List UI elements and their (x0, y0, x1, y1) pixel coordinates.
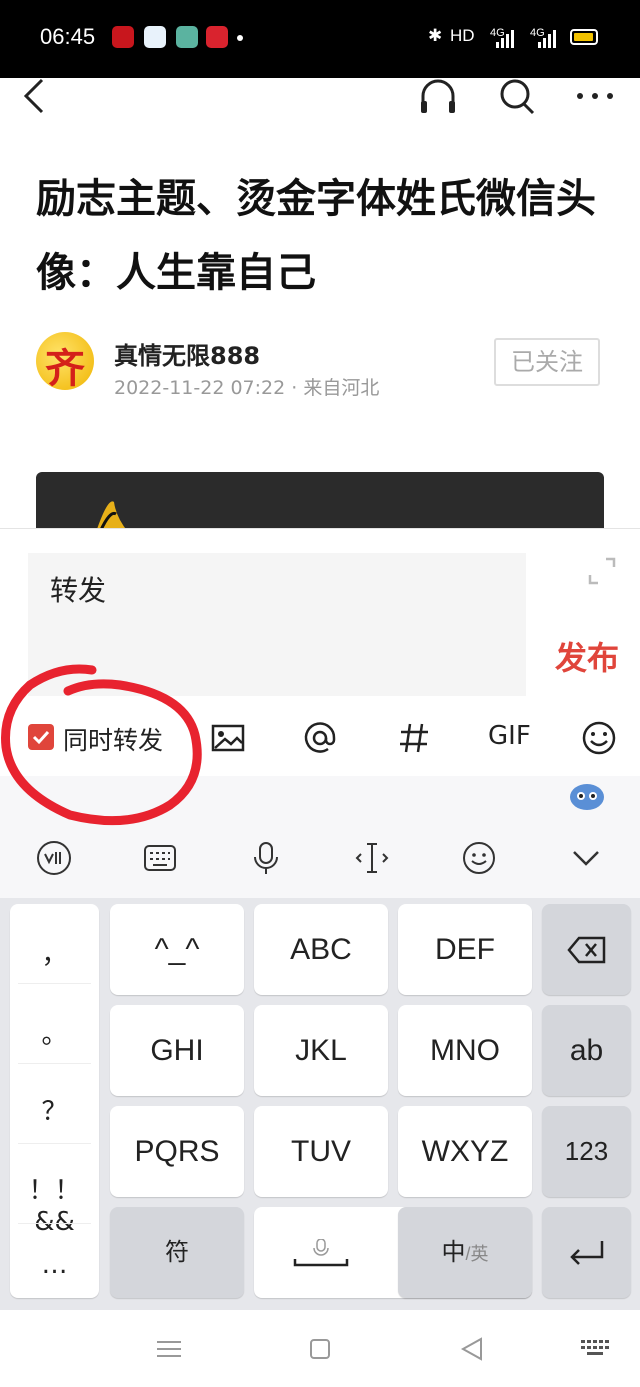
emoji-icon[interactable] (579, 718, 619, 758)
key-label: DEF (435, 933, 495, 966)
back-triangle-icon[interactable] (457, 1334, 487, 1364)
backspace-key[interactable] (542, 904, 631, 995)
gif-button[interactable]: GIF (488, 721, 531, 751)
key-language-toggle[interactable]: 中/英 (398, 1207, 532, 1298)
key-wxyz[interactable]: WXYZ (398, 1106, 532, 1197)
avatar-char: 齐 (45, 345, 85, 392)
status-bar: 06:45 ✱ HD 4G 4G (0, 0, 640, 78)
space-mic-icon (293, 1239, 349, 1267)
more-options-icon[interactable] (575, 76, 615, 116)
app-notification-icon (112, 26, 134, 48)
key-number-mode[interactable]: 123 (542, 1106, 631, 1197)
browser-notification-icon (144, 26, 166, 48)
signal-1-icon (496, 30, 514, 48)
signal-2-icon (538, 30, 556, 48)
key-label: TUV (291, 1135, 351, 1168)
repost-input-value: 转发 (50, 574, 107, 607)
key-def[interactable]: DEF (398, 904, 532, 995)
key-abc[interactable]: ABC (254, 904, 388, 995)
key-label: 123 (564, 1136, 609, 1166)
key-label: ABC (290, 933, 352, 966)
network-type: HD (450, 26, 475, 45)
punct-divider (18, 1143, 91, 1144)
key-label: GHI (150, 1034, 204, 1067)
hashtag-icon[interactable] (394, 718, 434, 758)
image-icon[interactable] (208, 718, 248, 758)
key-label: ab (569, 1034, 604, 1067)
key-label: PQRS (134, 1135, 220, 1168)
enter-icon (570, 1241, 604, 1265)
punct-key-exclaim[interactable]: ！！&& (10, 1170, 99, 1237)
keyboard-emoji-icon[interactable] (459, 838, 499, 878)
key-label: WXYZ (421, 1135, 509, 1168)
punct-divider (18, 1223, 91, 1224)
key-ghi[interactable]: GHI (110, 1005, 244, 1096)
key-label: ^_^ (154, 933, 200, 966)
key-symbols[interactable]: 符 (110, 1207, 244, 1298)
punct-key-ellipsis[interactable]: … (10, 1250, 99, 1280)
publish-button[interactable]: 发布 (555, 633, 619, 679)
keyboard-layout-icon[interactable] (140, 838, 180, 878)
assistant-mascot-icon[interactable] (568, 782, 606, 812)
expand-icon[interactable] (586, 555, 618, 587)
shopping-notification-icon (206, 26, 228, 48)
article-title: 励志主题、烫金字体姓氏微信头像：人生靠自己 (36, 176, 596, 296)
punct-key-period[interactable]: 。 (10, 1014, 99, 1051)
home-icon[interactable] (305, 1334, 335, 1364)
lang-main: 中 (441, 1239, 466, 1266)
mention-icon[interactable] (300, 718, 340, 758)
key-jkl[interactable]: JKL (254, 1005, 388, 1096)
more-notifications-dot (237, 35, 243, 41)
punct-divider (18, 983, 91, 984)
punct-divider (18, 1063, 91, 1064)
status-time: 06:45 (40, 24, 96, 49)
punct-key-question[interactable]: ？ (10, 1091, 99, 1128)
lang-sub: /英 (465, 1244, 489, 1264)
bluetooth-icon: ✱ (428, 26, 443, 45)
key-tuv[interactable]: TUV (254, 1106, 388, 1197)
key-emoticon[interactable]: ^_^ (110, 904, 244, 995)
backspace-icon (567, 936, 606, 964)
back-arrow-icon[interactable] (16, 76, 56, 116)
key-label: MNO (430, 1034, 500, 1067)
article-image-graphic (96, 501, 128, 532)
article-image[interactable] (36, 472, 604, 532)
input-method-icon[interactable] (34, 838, 74, 878)
key-mno[interactable]: MNO (398, 1005, 532, 1096)
headphones-icon[interactable] (418, 76, 458, 116)
collapse-keyboard-icon[interactable] (566, 838, 606, 878)
key-label: JKL (295, 1034, 347, 1067)
author-avatar[interactable]: 齐 (36, 332, 94, 392)
app-notification-icon-2 (176, 26, 198, 48)
punct-key-comma[interactable]: ， (10, 934, 99, 971)
key-pqrs[interactable]: PQRS (110, 1106, 244, 1197)
microphone-icon[interactable] (246, 838, 286, 878)
key-label: 符 (165, 1239, 189, 1266)
post-meta: 2022-11-22 07:22 · 来自河北 (114, 377, 380, 399)
search-icon[interactable] (497, 76, 537, 116)
author-name[interactable]: 真情无限888 (114, 336, 260, 371)
keyboard-switch-icon[interactable] (580, 1334, 610, 1364)
key-english-mode[interactable]: ab (542, 1005, 631, 1096)
red-annotation-circle (1, 664, 202, 826)
recent-apps-icon[interactable] (154, 1334, 184, 1364)
cursor-move-icon[interactable] (352, 838, 392, 878)
enter-key[interactable] (542, 1207, 631, 1298)
follow-button[interactable]: 已关注 (494, 338, 600, 386)
battery-icon (570, 29, 598, 45)
